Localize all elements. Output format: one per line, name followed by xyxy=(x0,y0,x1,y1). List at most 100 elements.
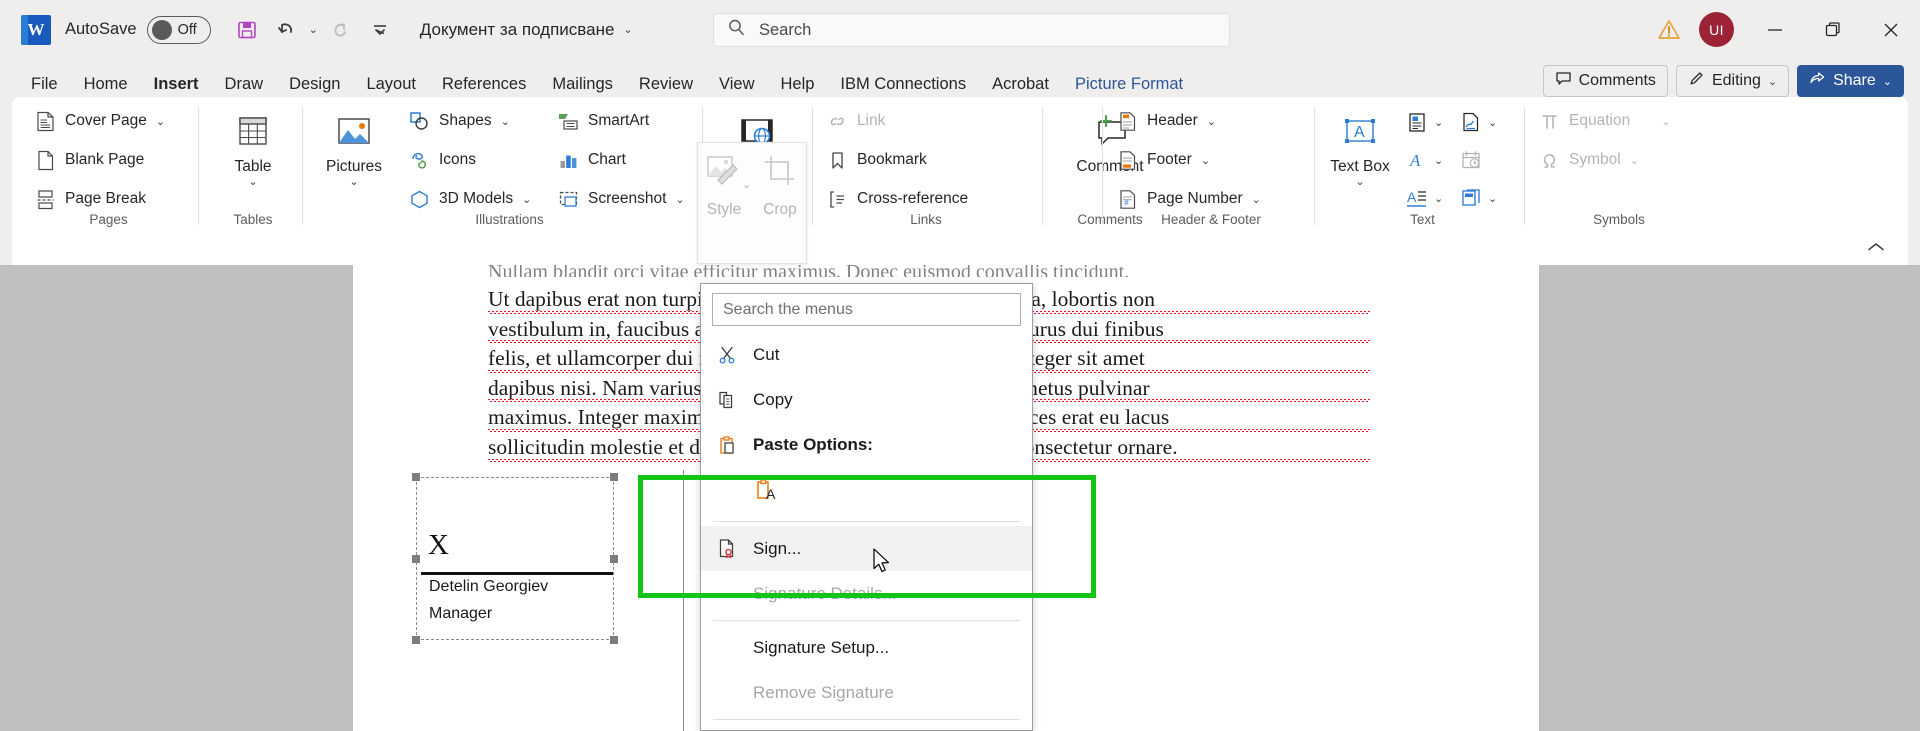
context-menu-item-sign[interactable]: Sign... xyxy=(701,526,1032,571)
object-button[interactable]: ⌄ xyxy=(1456,183,1497,213)
menu-search-input[interactable]: Search the menus xyxy=(712,293,1021,326)
collapse-ribbon-button[interactable] xyxy=(1866,240,1886,256)
editing-button[interactable]: Editing ⌄ xyxy=(1675,65,1790,97)
link-button: Link xyxy=(826,105,885,137)
context-menu-item-label: Remove Signature xyxy=(753,682,894,702)
resize-handle[interactable] xyxy=(412,554,420,563)
minimize-icon[interactable] xyxy=(1746,0,1804,59)
share-button[interactable]: Share ⌄ xyxy=(1797,65,1904,97)
resize-handle[interactable] xyxy=(610,636,618,644)
smartart-label: SmartArt xyxy=(588,112,650,129)
signature-line-object[interactable]: X Detelin Georgiev Manager xyxy=(412,473,618,644)
context-menu-item-remove-signature: Remove Signature xyxy=(701,670,1032,715)
chart-button[interactable]: Chart xyxy=(557,144,626,176)
chart-label: Chart xyxy=(588,151,626,168)
svg-text:A: A xyxy=(1407,189,1417,205)
chevron-down-icon: ⌄ xyxy=(1488,192,1498,205)
table-button[interactable]: Table ⌄ xyxy=(212,111,294,188)
drop-cap-icon: A xyxy=(1402,183,1432,213)
picture-format-mini-toolbar: Style Crop xyxy=(697,142,807,264)
cover-page-button[interactable]: Cover Page ⌄ xyxy=(34,105,165,137)
mouse-pointer-icon xyxy=(873,548,893,581)
symbol-icon xyxy=(1538,150,1560,171)
footer-button[interactable]: Footer ⌄ xyxy=(1116,144,1210,176)
drop-cap-button[interactable]: A ⌄ xyxy=(1402,183,1443,213)
ribbon-group-illustrations: Pictures ⌄ Shapes ⌄ Icons 3D Models ⌄ Sm… xyxy=(312,101,707,231)
context-menu-item-label: Signature Details... xyxy=(753,583,897,603)
chevron-down-icon: ⌄ xyxy=(1434,116,1444,129)
chart-icon xyxy=(557,150,579,171)
smartart-button[interactable]: SmartArt xyxy=(557,105,649,137)
text-box-button[interactable]: A Text Box ⌄ xyxy=(1324,111,1396,188)
bookmark-button[interactable]: Bookmark xyxy=(826,144,927,176)
resize-handle[interactable] xyxy=(412,636,420,644)
document-title-dropdown[interactable]: Документ за подписване ⌄ xyxy=(420,20,633,40)
date-time-icon xyxy=(1456,145,1486,175)
resize-handle[interactable] xyxy=(412,473,420,481)
group-separator xyxy=(1042,107,1043,225)
pencil-icon xyxy=(1688,70,1705,92)
picture-style-icon xyxy=(704,154,744,193)
signature-line-button[interactable]: ⌄ xyxy=(1456,107,1497,137)
equation-icon xyxy=(1538,111,1560,132)
warning-triangle-icon[interactable] xyxy=(1647,8,1691,52)
cross-reference-button[interactable]: Cross-reference xyxy=(826,183,968,215)
chevron-down-icon: ⌄ xyxy=(1661,115,1671,128)
crop-label: Crop xyxy=(763,201,797,218)
chevron-down-icon: ⌄ xyxy=(1767,75,1778,88)
chevron-down-icon: ⌄ xyxy=(1251,193,1261,206)
chevron-down-icon: ⌄ xyxy=(349,175,359,188)
screenshot-label: Screenshot xyxy=(588,190,667,207)
comments-button[interactable]: Comments xyxy=(1542,65,1668,97)
customize-quick-access-icon[interactable] xyxy=(362,13,398,47)
quick-parts-button[interactable]: ⌄ xyxy=(1402,107,1443,137)
close-icon[interactable] xyxy=(1862,0,1920,59)
wordart-button[interactable]: A ⌄ xyxy=(1402,145,1443,175)
page-break-icon xyxy=(34,189,56,210)
pictures-icon xyxy=(333,111,375,153)
screenshot-button[interactable]: Screenshot ⌄ xyxy=(557,183,685,215)
context-menu-item-copy[interactable]: Copy xyxy=(701,377,1032,422)
page-break-button[interactable]: Page Break xyxy=(34,183,146,215)
context-menu-item-label: Copy xyxy=(753,389,793,409)
ribbon-tabs: File Home Insert Draw Design Layout Refe… xyxy=(0,59,1920,100)
menu-search-placeholder: Search the menus xyxy=(723,300,853,318)
save-icon[interactable] xyxy=(229,13,265,47)
cross-reference-label: Cross-reference xyxy=(857,190,969,207)
undo-icon[interactable] xyxy=(269,13,305,47)
restore-icon[interactable] xyxy=(1804,0,1862,59)
chevron-down-icon: ⌄ xyxy=(1434,192,1444,205)
paste-text-only-icon[interactable]: A xyxy=(753,476,781,509)
menu-separator xyxy=(713,620,1020,621)
group-label-links: Links xyxy=(910,212,942,227)
pictures-button[interactable]: Pictures ⌄ xyxy=(312,111,396,188)
table-icon xyxy=(233,111,273,153)
page-number-label: Page Number xyxy=(1147,190,1243,207)
search-input[interactable]: Search xyxy=(713,13,1230,47)
text-box-label: Text Box xyxy=(1330,158,1390,175)
undo-chevron-down-icon[interactable]: ⌄ xyxy=(309,23,318,36)
resize-handle[interactable] xyxy=(610,473,618,481)
chevron-down-icon: ⌄ xyxy=(1488,116,1498,129)
context-menu-item-signature-setup[interactable]: Signature Setup... xyxy=(701,625,1032,670)
equation-button: Equation ⌄ xyxy=(1538,105,1670,137)
document-title-label: Документ за подписване xyxy=(419,19,615,39)
group-label-illustrations: Illustrations xyxy=(475,212,544,227)
context-menu-item-label: Sign... xyxy=(753,538,802,558)
picture-style-label: Style xyxy=(706,201,742,218)
header-button[interactable]: Header ⌄ xyxy=(1116,105,1216,137)
three-d-models-button[interactable]: 3D Models ⌄ xyxy=(408,183,531,215)
autosave-toggle[interactable]: Off xyxy=(146,15,211,44)
avatar[interactable]: UI xyxy=(1699,12,1734,47)
clipboard-icon xyxy=(715,435,739,455)
icons-label: Icons xyxy=(439,151,477,168)
ribbon-group-pages: Cover Page ⌄ Blank Page Page Break Pages xyxy=(26,101,191,231)
context-menu-item-cut[interactable]: Cut xyxy=(701,332,1032,377)
shapes-button[interactable]: Shapes ⌄ xyxy=(408,105,510,137)
page-number-button[interactable]: # Page Number ⌄ xyxy=(1116,183,1261,215)
icons-button[interactable]: Icons xyxy=(408,144,476,176)
resize-handle[interactable] xyxy=(610,554,618,563)
chevron-down-icon: ⌄ xyxy=(1434,154,1444,167)
blank-page-button[interactable]: Blank Page xyxy=(34,144,144,176)
chevron-down-icon: ⌄ xyxy=(248,175,258,188)
